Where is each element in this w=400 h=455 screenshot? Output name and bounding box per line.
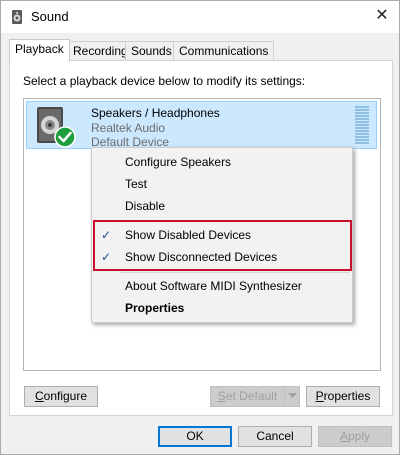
device-properties-button[interactable]: Properties (306, 386, 380, 407)
menu-item-label: Show Disabled Devices (125, 228, 252, 242)
volume-level-meter (355, 106, 369, 146)
window-title: Sound (31, 9, 69, 24)
tab-sounds[interactable]: Sounds (125, 41, 178, 61)
speaker-device-icon (37, 107, 76, 148)
device-driver: Realtek Audio (91, 121, 166, 135)
device-name: Speakers / Headphones (91, 106, 220, 120)
apply-button[interactable]: Apply (318, 426, 392, 447)
menu-item-show-disconnected-devices[interactable]: ✓ Show Disconnected Devices (92, 246, 352, 268)
tab-communications[interactable]: Communications (173, 41, 275, 61)
close-icon[interactable]: ✕ (371, 5, 393, 27)
menu-item-label: Disable (125, 199, 166, 213)
checkmark-icon: ✓ (100, 250, 112, 264)
sound-dialog: Sound ✕ Playback Recording Sounds Commun… (0, 0, 400, 455)
set-default-dropdown[interactable] (284, 386, 300, 407)
title-bar[interactable]: Sound ✕ (1, 1, 399, 33)
apply-label: pply (348, 429, 371, 443)
set-default-label: et Default (225, 389, 278, 403)
menu-item-label: Test (125, 177, 148, 191)
checkmark-icon: ✓ (100, 228, 112, 242)
configure-button[interactable]: Configure (24, 386, 98, 407)
menu-item-label: About Software MIDI Synthesizer (125, 279, 302, 293)
menu-item-label: Show Disconnected Devices (125, 250, 278, 264)
menu-item-show-disabled-devices[interactable]: ✓ Show Disabled Devices (92, 224, 352, 246)
instructions-label: Select a playback device below to modify… (23, 74, 306, 88)
menu-separator (120, 272, 350, 273)
menu-item-disable[interactable]: Disable (92, 195, 352, 217)
menu-item-about-midi[interactable]: About Software MIDI Synthesizer (92, 275, 352, 297)
menu-item-label: Properties (125, 301, 185, 315)
tab-playback[interactable]: Playback (9, 39, 70, 62)
configure-mnemonic: C (34, 389, 44, 403)
context-menu: Configure Speakers Test Disable ✓ Show D… (91, 147, 353, 323)
properties-mnemonic: P (315, 389, 324, 403)
menu-item-configure-speakers[interactable]: Configure Speakers (92, 151, 352, 173)
apply-mnemonic: A (339, 429, 348, 443)
device-row-speakers[interactable]: Speakers / Headphones Realtek Audio Defa… (26, 101, 377, 149)
chevron-down-icon (288, 393, 297, 398)
menu-item-label: Configure Speakers (125, 155, 232, 169)
speaker-app-icon (12, 10, 22, 24)
tab-recording[interactable]: Recording (67, 41, 134, 61)
ok-button[interactable]: OK (158, 426, 232, 447)
menu-item-properties[interactable]: Properties (92, 297, 352, 319)
set-default-mnemonic: S (217, 389, 226, 403)
set-default-button[interactable]: Set Default (210, 386, 284, 407)
configure-label: onfigure (43, 389, 88, 403)
cancel-button[interactable]: Cancel (238, 426, 312, 447)
properties-label: roperties (323, 389, 371, 403)
menu-separator (120, 220, 350, 221)
menu-item-test[interactable]: Test (92, 173, 352, 195)
